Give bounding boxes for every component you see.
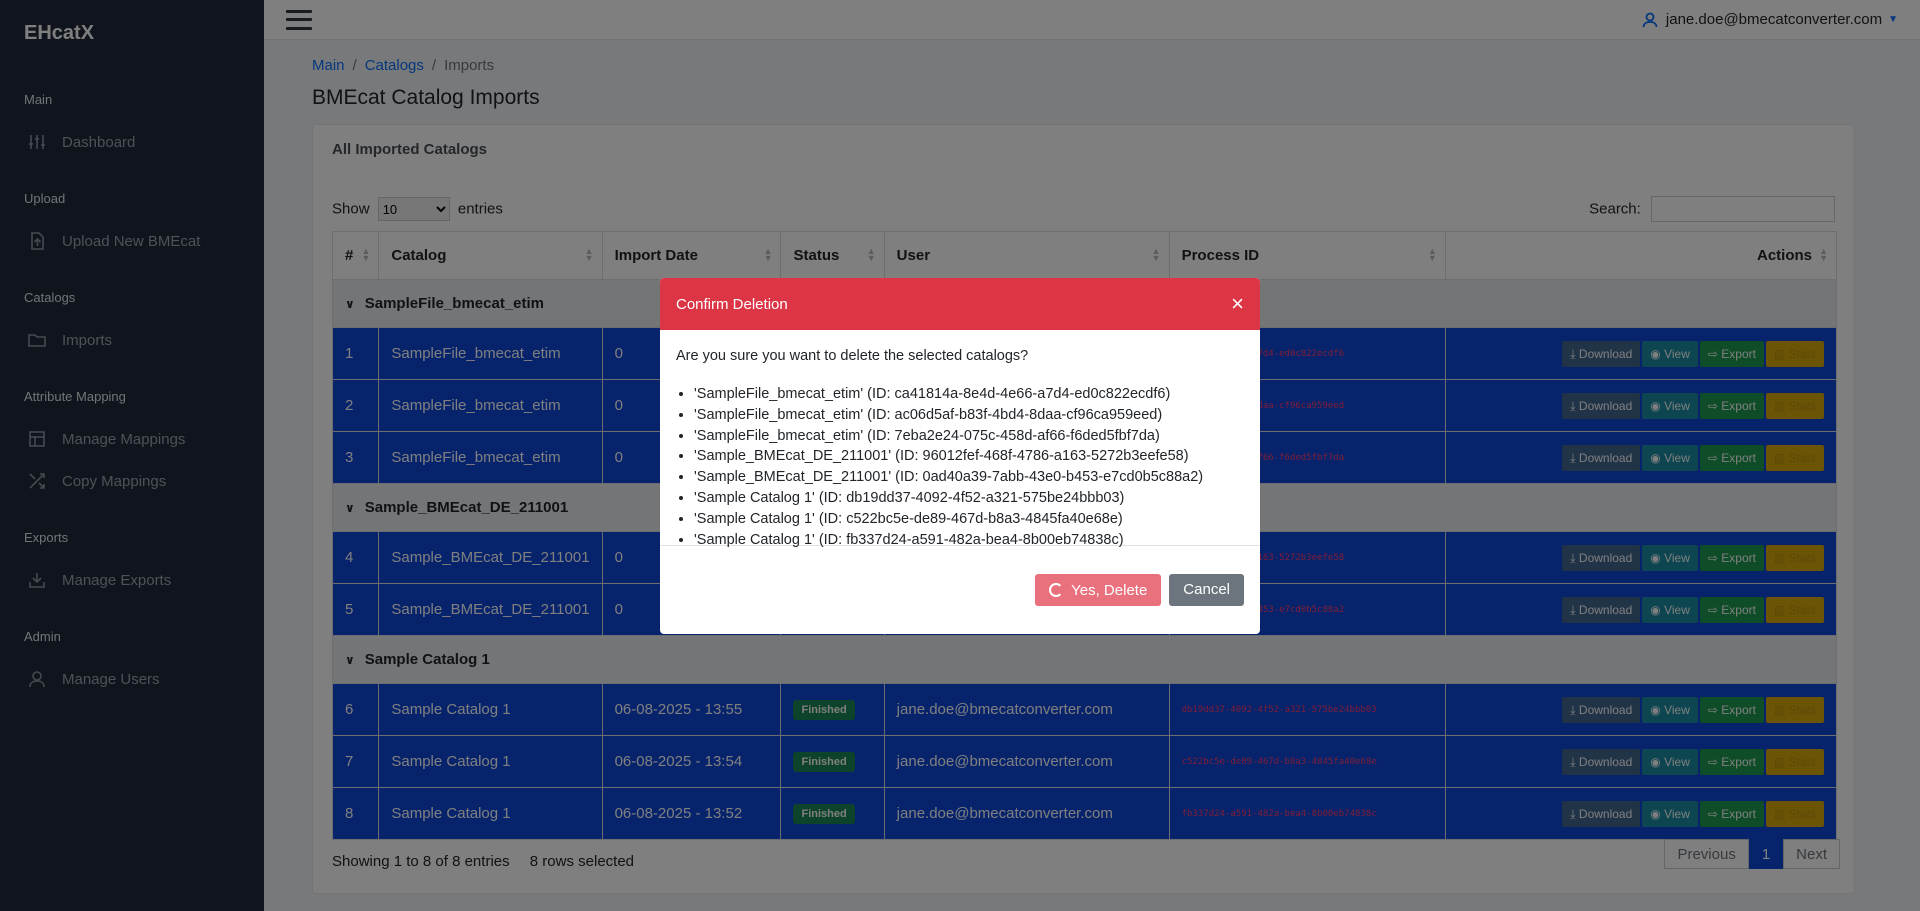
list-item: 'SampleFile_bmecat_etim' (ID: 7eba2e24-0… [694,426,1244,447]
catalog-list: 'SampleFile_bmecat_etim' (ID: ca41814a-8… [676,384,1244,550]
modal-title: Confirm Deletion [676,295,788,313]
list-item: 'Sample_BMEcat_DE_211001' (ID: 96012fef-… [694,446,1244,467]
list-item: 'Sample_BMEcat_DE_211001' (ID: 0ad40a39-… [694,467,1244,488]
modal-question: Are you sure you want to delete the sele… [676,348,1029,364]
confirm-delete-button[interactable]: Yes, Delete [1035,574,1162,606]
confirm-delete-label: Yes, Delete [1071,581,1148,599]
modal-header: Confirm Deletion × [660,278,1260,330]
modal-footer: Yes, Delete Cancel [660,546,1260,634]
list-item: 'SampleFile_bmecat_etim' (ID: ca41814a-8… [694,384,1244,405]
close-icon[interactable]: × [1231,293,1244,315]
spinner-icon [1049,583,1064,597]
list-item: 'SampleFile_bmecat_etim' (ID: ac06d5af-b… [694,405,1244,426]
modal-body: Are you sure you want to delete the sele… [660,330,1260,548]
confirm-deletion-modal: Confirm Deletion × Are you sure you want… [660,278,1260,634]
list-item: 'Sample Catalog 1' (ID: db19dd37-4092-4f… [694,488,1244,509]
cancel-button[interactable]: Cancel [1169,574,1244,606]
list-item: 'Sample Catalog 1' (ID: c522bc5e-de89-46… [694,509,1244,530]
